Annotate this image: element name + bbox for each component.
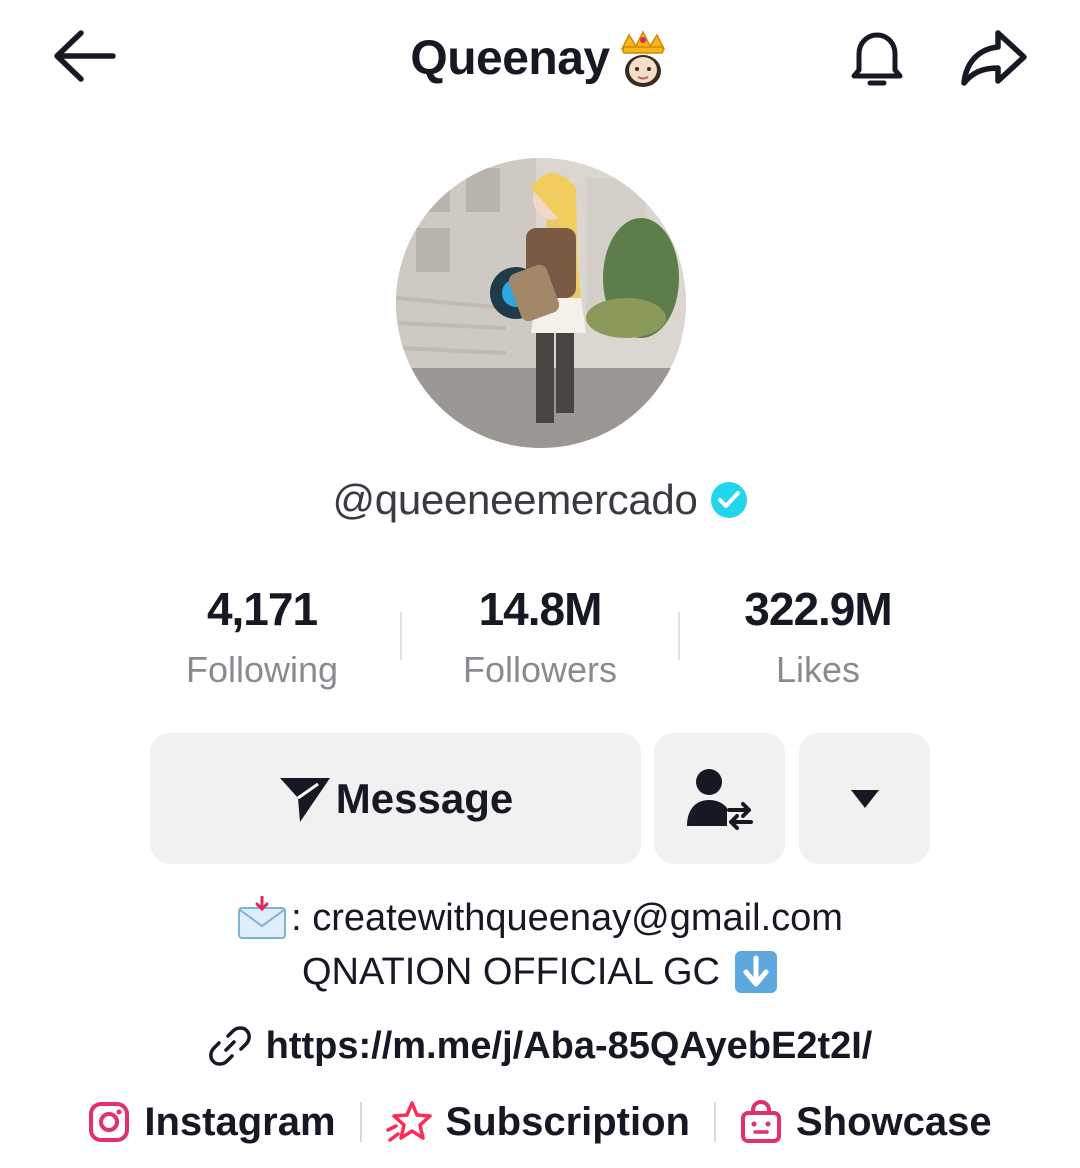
- back-arrow-icon: [54, 30, 116, 82]
- link-text: https://m.me/j/Aba-85QAyebE2t2I/: [265, 1024, 873, 1067]
- bio-email-text: : createwithqueenay@gmail.com: [291, 896, 843, 939]
- share-icon: [961, 30, 1027, 86]
- stat-value: 4,171: [206, 583, 318, 635]
- subscription-label: Subscription: [445, 1099, 690, 1144]
- follow-back-icon: [686, 768, 753, 830]
- subscription-link[interactable]: Subscription: [385, 1099, 690, 1145]
- stat-value: 322.9M: [744, 583, 892, 635]
- instagram-link[interactable]: Instagram: [88, 1099, 336, 1145]
- username-row: @queeneemercado: [0, 472, 1080, 528]
- stat-followers[interactable]: 14.8M Followers: [410, 580, 670, 702]
- incoming-envelope-emoji: [238, 896, 287, 939]
- stat-value: 14.8M: [478, 583, 603, 635]
- bio-group-line: QNATION OFFICIAL GC: [0, 942, 1080, 1002]
- bio-email-line: : createwithqueenay@gmail.com: [0, 888, 1080, 948]
- page-title: Queenay: [410, 31, 610, 85]
- link-divider: [713, 1102, 716, 1142]
- link-divider: [359, 1102, 362, 1142]
- stat-label: Following: [185, 649, 339, 690]
- instagram-icon: [89, 1102, 130, 1142]
- showcase-label: Showcase: [795, 1099, 992, 1144]
- bio-group-text: QNATION OFFICIAL GC: [301, 950, 721, 993]
- share-button[interactable]: [952, 22, 1036, 94]
- shopping-bag-icon: [740, 1100, 781, 1143]
- stat-divider: [400, 612, 402, 660]
- verified-badge-icon: [710, 482, 747, 518]
- notification-button[interactable]: [838, 22, 916, 94]
- instagram-label: Instagram: [144, 1099, 336, 1144]
- stat-likes: 322.9M Likes: [688, 580, 948, 702]
- crown-emoji: [620, 30, 665, 87]
- stat-divider: [678, 612, 680, 660]
- message-label: Message: [335, 774, 514, 822]
- back-button[interactable]: [44, 24, 124, 88]
- stat-following[interactable]: 4,171 Following: [132, 580, 392, 702]
- stat-label: Followers: [462, 649, 618, 690]
- subscription-star-icon: [385, 1101, 432, 1142]
- profile-links-row: Instagram Subscription Showcase: [0, 1090, 1080, 1154]
- username: @queeneemercado: [332, 476, 698, 523]
- showcase-link[interactable]: Showcase: [740, 1100, 992, 1145]
- message-button[interactable]: Message: [150, 733, 641, 864]
- follow-back-button[interactable]: [654, 733, 785, 864]
- send-icon: [279, 777, 330, 822]
- bio-link[interactable]: https://m.me/j/Aba-85QAyebE2t2I/: [0, 1016, 1080, 1076]
- down-arrow-emoji: [735, 951, 778, 993]
- more-options-button[interactable]: [799, 733, 930, 864]
- stat-label: Likes: [775, 649, 861, 690]
- avatar[interactable]: [396, 158, 686, 448]
- link-icon: [208, 1026, 251, 1066]
- header-title-row: Queenay: [0, 22, 1080, 94]
- bell-icon: [851, 32, 903, 86]
- dropdown-icon: [850, 789, 879, 808]
- avatar-photo: [396, 158, 686, 448]
